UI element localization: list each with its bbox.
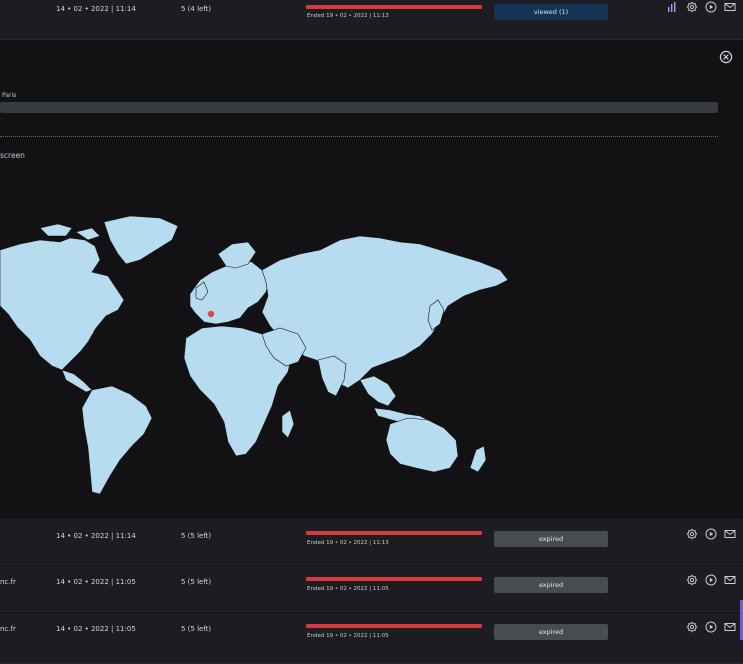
status-button[interactable]: expired (494, 624, 608, 640)
map-asia (261, 235, 509, 389)
row-name: nc.fr (0, 625, 16, 633)
city-bar (0, 102, 718, 113)
table-row: 14 • 02 • 2022 | 11:14 5 (4 left) Ended … (0, 0, 743, 40)
row-date: 14 • 02 • 2022 | 11:05 (56, 578, 136, 586)
email-icon[interactable] (724, 621, 736, 633)
play-icon[interactable] (705, 1, 717, 13)
status-button[interactable]: viewed (1) (494, 4, 608, 20)
map-south-america (81, 385, 153, 495)
map-australia (385, 417, 459, 473)
status-button[interactable]: expired (494, 531, 608, 547)
page: 14 • 02 • 2022 | 11:14 5 (4 left) Ended … (0, 0, 743, 664)
play-icon[interactable] (705, 528, 717, 540)
map-north-america (0, 237, 125, 371)
settings-icon[interactable] (686, 574, 698, 586)
map-marker-paris (207, 310, 215, 318)
email-icon[interactable] (724, 528, 736, 540)
email-icon[interactable] (724, 1, 736, 13)
row-actions (633, 528, 743, 542)
progress-bar (306, 577, 482, 581)
row-count: 5 (5 left) (181, 532, 212, 540)
email-icon[interactable] (724, 574, 736, 586)
row-ended: Ended 19 • 02 • 2022 | 11:13 (307, 540, 389, 546)
stats-icon[interactable] (666, 1, 678, 13)
map-arctic-islands (39, 223, 101, 241)
map-madagascar (281, 409, 295, 439)
table-row: nc.fr 14 • 02 • 2022 | 11:05 5 (5 left) … (0, 566, 743, 612)
screen-label: screen (0, 151, 25, 160)
table-row: nc.fr 14 • 02 • 2022 | 11:05 5 (5 left) … (0, 613, 743, 664)
progress-bar (306, 5, 482, 9)
row-date: 14 • 02 • 2022 | 11:05 (56, 625, 136, 633)
play-icon[interactable] (705, 574, 717, 586)
map-greenland (103, 215, 179, 265)
row-ended: Ended 19 • 02 • 2022 | 11:05 (307, 586, 389, 592)
settings-icon[interactable] (686, 1, 698, 13)
progress-bar (306, 624, 482, 628)
table-row: 14 • 02 • 2022 | 11:14 5 (5 left) Ended … (0, 519, 743, 565)
settings-icon[interactable] (686, 621, 698, 633)
world-map (0, 215, 509, 495)
row-ended: Ended 19 • 02 • 2022 | 11:13 (307, 13, 389, 19)
row-count: 5 (5 left) (181, 578, 212, 586)
city-label: Paris (2, 92, 17, 99)
row-count: 5 (4 left) (181, 5, 212, 13)
map-central-america (61, 369, 93, 393)
settings-icon[interactable] (686, 528, 698, 540)
close-icon[interactable] (719, 49, 733, 64)
divider (0, 136, 718, 137)
progress-bar (306, 531, 482, 535)
status-button[interactable]: expired (494, 577, 608, 593)
row-actions (633, 1, 743, 15)
map-new-zealand (469, 445, 487, 473)
row-name: nc.fr (0, 578, 16, 586)
play-icon[interactable] (705, 621, 717, 633)
row-actions (633, 621, 743, 635)
map-southeast-asia (359, 375, 397, 407)
row-count: 5 (5 left) (181, 625, 212, 633)
row-actions (633, 574, 743, 588)
row-date: 14 • 02 • 2022 | 11:14 (56, 532, 136, 540)
row-date: 14 • 02 • 2022 | 11:14 (56, 5, 136, 13)
row-ended: Ended 19 • 02 • 2022 | 11:05 (307, 633, 389, 639)
map-india (317, 355, 347, 397)
